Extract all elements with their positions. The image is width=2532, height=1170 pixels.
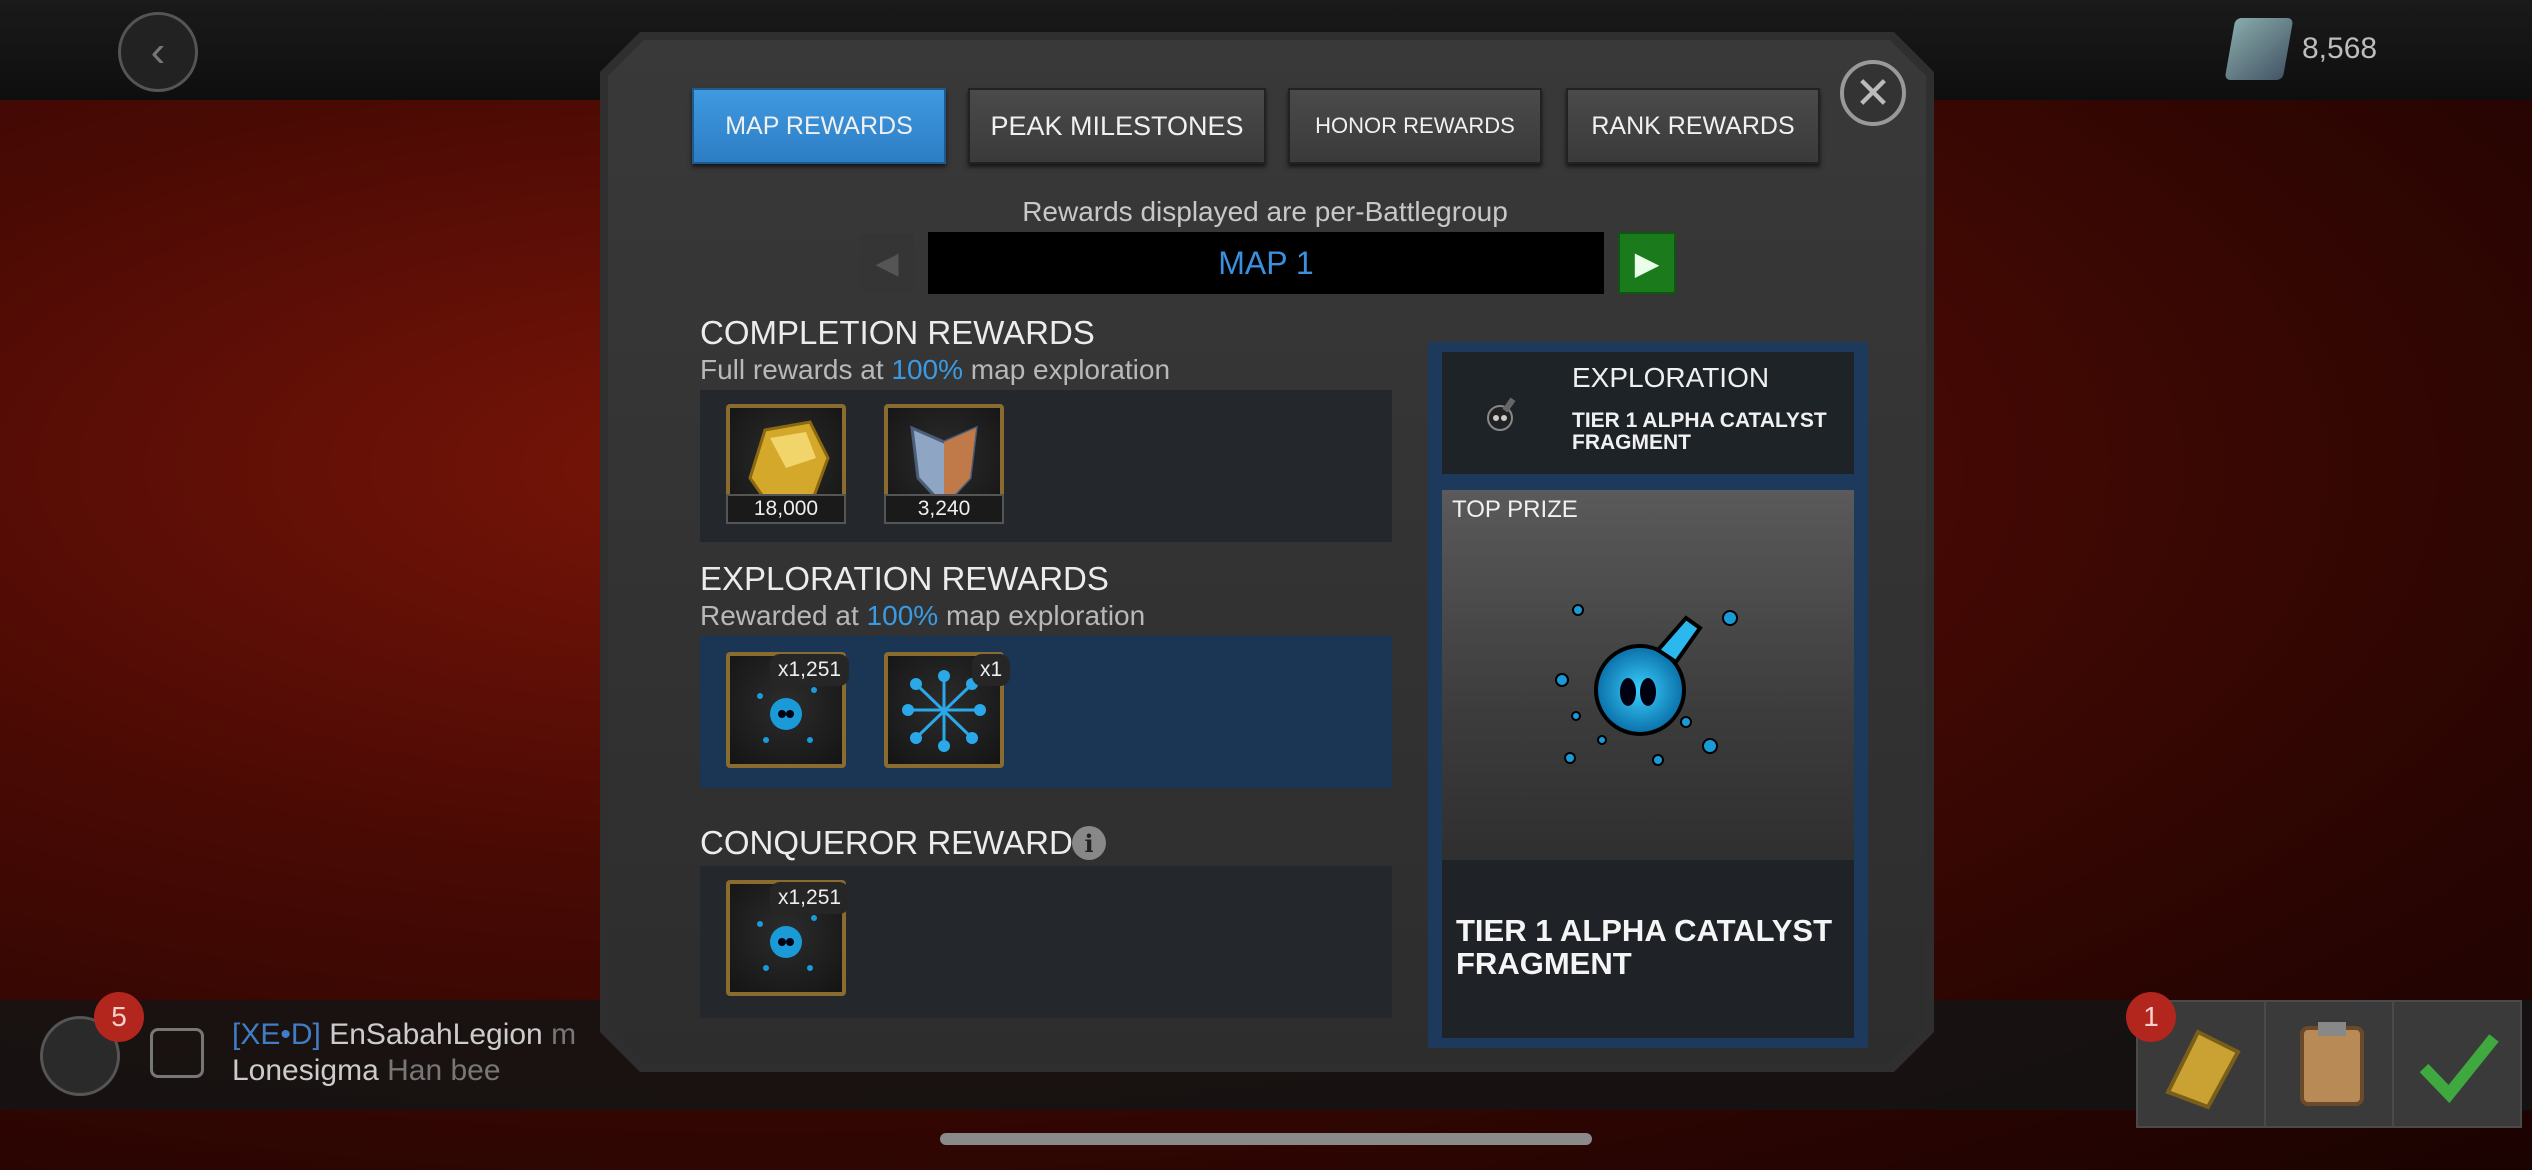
reward-count: x1 [972, 654, 1011, 686]
subtitle-percent: 100% [891, 354, 964, 385]
subtitle-percent: 100% [866, 600, 939, 631]
milestones-button[interactable] [2392, 1000, 2522, 1128]
top-prize-label: TOP PRIZE [1452, 496, 1578, 523]
completion-rewards-subtitle: Full rewards at 100% map exploration [700, 354, 1170, 386]
completion-rewards-title: COMPLETION REWARDS [700, 314, 1095, 351]
close-button[interactable]: ✕ [1840, 60, 1906, 126]
close-icon: ✕ [1854, 68, 1892, 118]
chat-alliance-tag: [XE•D] [232, 1018, 321, 1051]
chevron-left-icon: ‹ [150, 27, 166, 76]
tab-peak-milestones[interactable]: PEAK MILESTONES [968, 88, 1266, 164]
reward-detail-item-name: TIER 1 ALPHA CATALYST FRAGMENT [1572, 409, 1827, 454]
previous-map-button[interactable]: ◀ [860, 234, 914, 292]
conqueror-rewards-title: CONQUEROR REWARDS [700, 824, 1095, 861]
reward-count: x1,251 [770, 654, 850, 686]
subtitle-text: map exploration [938, 600, 1146, 631]
reward-quantity: 3,240 [884, 494, 1004, 524]
back-button[interactable]: ‹ [118, 12, 198, 92]
checkmark-icon [2419, 1034, 2499, 1104]
chat-sender: Lonesigma [232, 1054, 379, 1087]
arrow-right-icon: ▶ [1634, 245, 1660, 281]
objectives-button[interactable] [2264, 1000, 2394, 1128]
units-icon [2224, 18, 2294, 80]
chat-icon[interactable] [150, 1028, 204, 1078]
prize-name: TIER 1 ALPHA CATALYST FRAGMENT [1456, 913, 1833, 981]
info-icon[interactable]: i [1072, 826, 1106, 860]
subtitle-text: Rewarded at [700, 600, 867, 631]
subtitle-text: Full rewards at [700, 354, 892, 385]
chat-text: m [551, 1018, 577, 1051]
alpha-catalyst-fragment-icon [1474, 384, 1528, 444]
clipboard-icon [2300, 1022, 2364, 1106]
chat-message-2[interactable]: Lonesigma Han bee [232, 1054, 501, 1088]
home-indicator[interactable] [940, 1133, 1592, 1145]
quests-notification-badge: 1 [2126, 992, 2176, 1042]
units-value: 8,568 [2302, 32, 2378, 65]
reward-detail-category: EXPLORATION [1572, 362, 1770, 393]
tab-honor-rewards[interactable]: HONOR REWARDS [1288, 88, 1542, 164]
arrow-left-icon: ◀ [875, 246, 899, 280]
alpha-catalyst-fragment-icon [1540, 590, 1760, 780]
tab-map-rewards[interactable]: MAP REWARDS [692, 88, 946, 164]
subtitle-text: map exploration [963, 354, 1171, 385]
chat-text: Han bee [387, 1054, 501, 1087]
chat-sender: EnSabahLegion [329, 1018, 543, 1051]
exploration-rewards-title: EXPLORATION REWARDS [700, 560, 1109, 597]
reward-quantity: 18,000 [726, 494, 846, 524]
next-map-button[interactable]: ▶ [1618, 232, 1676, 294]
chat-message-1[interactable]: [XE•D] EnSabahLegion m [232, 1018, 576, 1052]
units-counter[interactable]: 8,568 [2224, 14, 2378, 84]
exploration-rewards-subtitle: Rewarded at 100% map exploration [700, 600, 1145, 632]
reward-count: x1,251 [770, 882, 850, 914]
alliance-notification-badge: 5 [94, 992, 144, 1042]
tab-rank-rewards[interactable]: RANK REWARDS [1566, 88, 1820, 164]
map-selector: MAP 1 [928, 232, 1604, 294]
battlegroup-note: Rewards displayed are per-Battlegroup [1022, 196, 1508, 227]
